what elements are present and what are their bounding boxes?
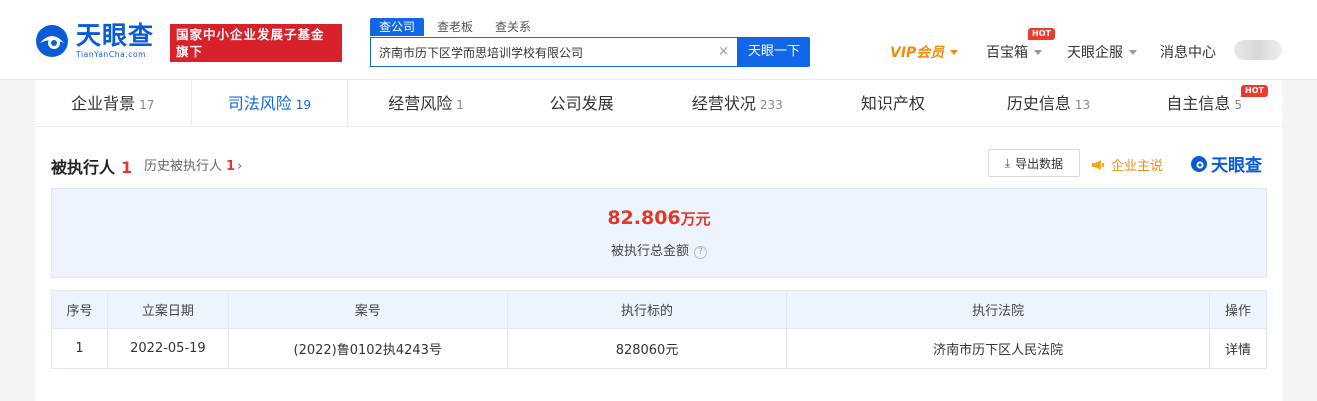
total-amount: 82.806万元 [52,207,1266,229]
search-button[interactable]: 天眼一下 [738,37,810,67]
hot-badge: HOT [1241,85,1268,97]
vip-label: VIP会员 [890,45,945,61]
export-data-button[interactable]: ⤓ 导出数据 [988,149,1080,177]
tab-count: 233 [759,98,783,112]
cell-case-number: (2022)鲁0102执4243号 [227,328,508,369]
tab-intellectual-property[interactable]: 知识产权 [815,80,971,126]
cell-index: 1 [51,328,108,369]
tab-history-info[interactable]: 历史信息 13 [971,80,1127,126]
official-badge: 国家中小企业发展子基金旗下 官方备案企业征信机构 [170,24,342,76]
cell-filing-date: 2022-05-19 [106,328,229,369]
tianyancha-logo[interactable]: 天眼查 TianYanCha.com [34,22,154,60]
owner-says-link[interactable]: 企业主说 [1091,155,1163,174]
history-executed-link[interactable]: 历史被执行人 1 › [144,155,242,174]
enterprise-service-menu[interactable]: 天眼企服 [1067,42,1137,62]
history-label: 历史被执行人 [144,159,223,174]
tab-count: 5 [1234,98,1243,112]
chevron-down-icon [1129,49,1137,55]
executed-table: 序号 立案日期 案号 执行标的 执行法院 操作 1 2022-05-19 (20… [51,290,1268,369]
tab-search-relation[interactable]: 查关系 [486,18,540,36]
table-header-row: 序号 立案日期 案号 执行标的 执行法院 操作 [51,290,1268,329]
badge-line-1: 国家中小企业发展子基金旗下 [176,27,325,59]
logo-domain: TianYanCha.com [76,50,147,59]
amount-label-row: 被执行总金额? [52,240,1266,259]
company-tabs: 企业背景 17 司法风险 19 经营风险 1 公司发展 经营状况 233 知识产权 历史… [35,80,1282,127]
treasure-box-menu[interactable]: 百宝箱 [986,42,1042,62]
col-header-execution-amount: 执行标的 [506,290,788,329]
brand-label: 天眼查 [1211,156,1262,176]
total-amount-summary: 82.806万元 被执行总金额? [51,188,1267,278]
cell-execution-amount: 828060元 [506,328,788,369]
history-count: 1 [226,159,236,174]
treasure-box-label: 百宝箱 [986,45,1028,61]
amount-label: 被执行总金额 [610,244,689,259]
tab-count: 13 [1074,98,1091,112]
tab-label: 司法风险 [227,94,292,113]
detail-link[interactable]: 详情 [1208,328,1268,369]
tab-count: 17 [139,98,155,112]
tab-label: 历史信息 [1006,94,1071,113]
user-avatar[interactable] [1234,40,1282,60]
search-type-tabs: 查公司 查老板 查关系 [370,18,544,36]
enterprise-service-label: 天眼企服 [1067,45,1123,61]
tab-label: 知识产权 [860,94,925,113]
tab-business-risk[interactable]: 经营风险 1 [348,80,504,126]
chevron-down-icon [1034,49,1042,55]
tab-label: 公司发展 [549,94,614,113]
col-header-action: 操作 [1208,290,1268,329]
section-title-label: 被执行人 [51,158,116,177]
owner-says-label: 企业主说 [1111,159,1164,174]
badge-line-2: 官方备案企业征信机构 [176,61,332,76]
search-input[interactable] [371,38,701,66]
tab-count: 19 [295,98,312,112]
message-center-link[interactable]: 消息中心 [1160,42,1216,62]
col-header-filing-date: 立案日期 [106,290,229,329]
content-panel: 企业背景 17 司法风险 19 经营风险 1 公司发展 经营状况 233 知识产权 历史… [35,80,1282,401]
search-box: × [370,37,738,67]
table-row: 1 2022-05-19 (2022)鲁0102执4243号 828060元 济… [51,328,1268,369]
chevron-down-icon [950,49,959,55]
top-header: 天眼查 TianYanCha.com 国家中小企业发展子基金旗下 官方备案企业征… [0,0,1317,80]
hot-badge: HOT [1028,28,1055,40]
eye-logo-icon [36,25,68,57]
section-count: 1 [121,158,133,177]
tab-search-boss[interactable]: 查老板 [428,18,482,36]
logo-name: 天眼查 [76,21,155,50]
tab-label: 企业背景 [71,94,136,113]
amount-unit: 万元 [680,210,711,228]
megaphone-icon [1092,159,1104,170]
vip-menu[interactable]: VIP会员 [890,42,959,62]
tab-label: 自主信息 [1166,94,1231,113]
eye-logo-icon [1191,155,1207,172]
message-center-label: 消息中心 [1160,45,1216,61]
tab-enterprise-background[interactable]: 企业背景 17 [35,80,191,126]
amount-value: 82.806 [607,207,681,229]
tab-business-status[interactable]: 经营状况 233 [660,80,816,126]
tab-search-company[interactable]: 查公司 [370,18,425,36]
section-title: 被执行人 1 [51,154,132,178]
tab-label: 经营风险 [388,94,453,113]
cell-court: 济南市历下区人民法院 [786,328,1210,369]
download-icon: ⤓ [1004,155,1011,170]
col-header-case-number: 案号 [227,290,508,329]
col-header-index: 序号 [51,290,108,329]
tab-self-info[interactable]: 自主信息 5 HOT [1126,80,1282,126]
clear-icon[interactable]: × [718,44,729,59]
tab-judicial-risk[interactable]: 司法风险 19 [190,80,349,126]
col-header-court: 执行法院 [786,290,1210,329]
tab-label: 经营状况 [691,94,756,113]
tianyancha-brand: 天眼查 [1190,151,1262,176]
help-icon[interactable]: ? [694,246,707,259]
export-label: 导出数据 [1015,156,1064,171]
chevron-right-icon: › [237,159,243,174]
tab-count: 1 [456,98,464,112]
tab-company-development[interactable]: 公司发展 [504,80,660,126]
